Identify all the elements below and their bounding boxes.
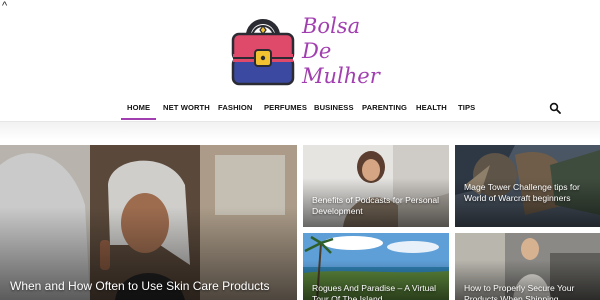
article-title[interactable]: When and How Often to Use Skin Care Prod… bbox=[10, 279, 269, 293]
handbag-icon bbox=[231, 19, 295, 86]
caret-up-icon[interactable]: ^ bbox=[2, 0, 7, 12]
logo-line-3: Mulher bbox=[302, 64, 380, 88]
nav-item-tips[interactable]: TIPS bbox=[458, 103, 475, 112]
active-nav-indicator bbox=[121, 118, 156, 120]
article-card-island[interactable]: Rogues And Paradise – A Virtual Tour Of … bbox=[303, 233, 449, 300]
article-title[interactable]: Mage Tower Challenge tips for World of W… bbox=[464, 182, 594, 204]
nav-shadow bbox=[0, 122, 600, 140]
article-card-shipping[interactable]: How to Properly Secure Your Products Whe… bbox=[455, 233, 600, 300]
article-card-warcraft[interactable]: Mage Tower Challenge tips for World of W… bbox=[455, 145, 600, 227]
nav-item-fashion[interactable]: FASHION bbox=[218, 103, 252, 112]
nav-item-health[interactable]: HEALTH bbox=[416, 103, 447, 112]
featured-article-main[interactable]: When and How Often to Use Skin Care Prod… bbox=[0, 145, 297, 300]
page: ^ Bolsa De Mulher HOME NET WORTH FASHION… bbox=[0, 0, 600, 300]
search-icon[interactable] bbox=[549, 102, 561, 114]
article-card-podcast[interactable]: Benefits of Podcasts for Personal Develo… bbox=[303, 145, 449, 227]
nav-item-business[interactable]: BUSINESS bbox=[314, 103, 354, 112]
article-title[interactable]: Rogues And Paradise – A Virtual Tour Of … bbox=[312, 283, 442, 300]
site-logo[interactable]: Bolsa De Mulher bbox=[228, 10, 380, 96]
logo-line-1: Bolsa bbox=[302, 14, 361, 38]
main-nav: HOME NET WORTH FASHION PERFUMES BUSINESS… bbox=[0, 97, 600, 121]
nav-item-home[interactable]: HOME bbox=[127, 103, 150, 112]
nav-item-net-worth[interactable]: NET WORTH bbox=[163, 103, 210, 112]
logo-wordmark: Bolsa De Mulher bbox=[302, 14, 380, 89]
article-title[interactable]: Benefits of Podcasts for Personal Develo… bbox=[312, 195, 442, 217]
logo-line-2: De bbox=[302, 39, 332, 63]
article-title[interactable]: How to Properly Secure Your Products Whe… bbox=[464, 283, 596, 300]
nav-item-perfumes[interactable]: PERFUMES bbox=[264, 103, 307, 112]
nav-item-parenting[interactable]: PARENTING bbox=[362, 103, 407, 112]
